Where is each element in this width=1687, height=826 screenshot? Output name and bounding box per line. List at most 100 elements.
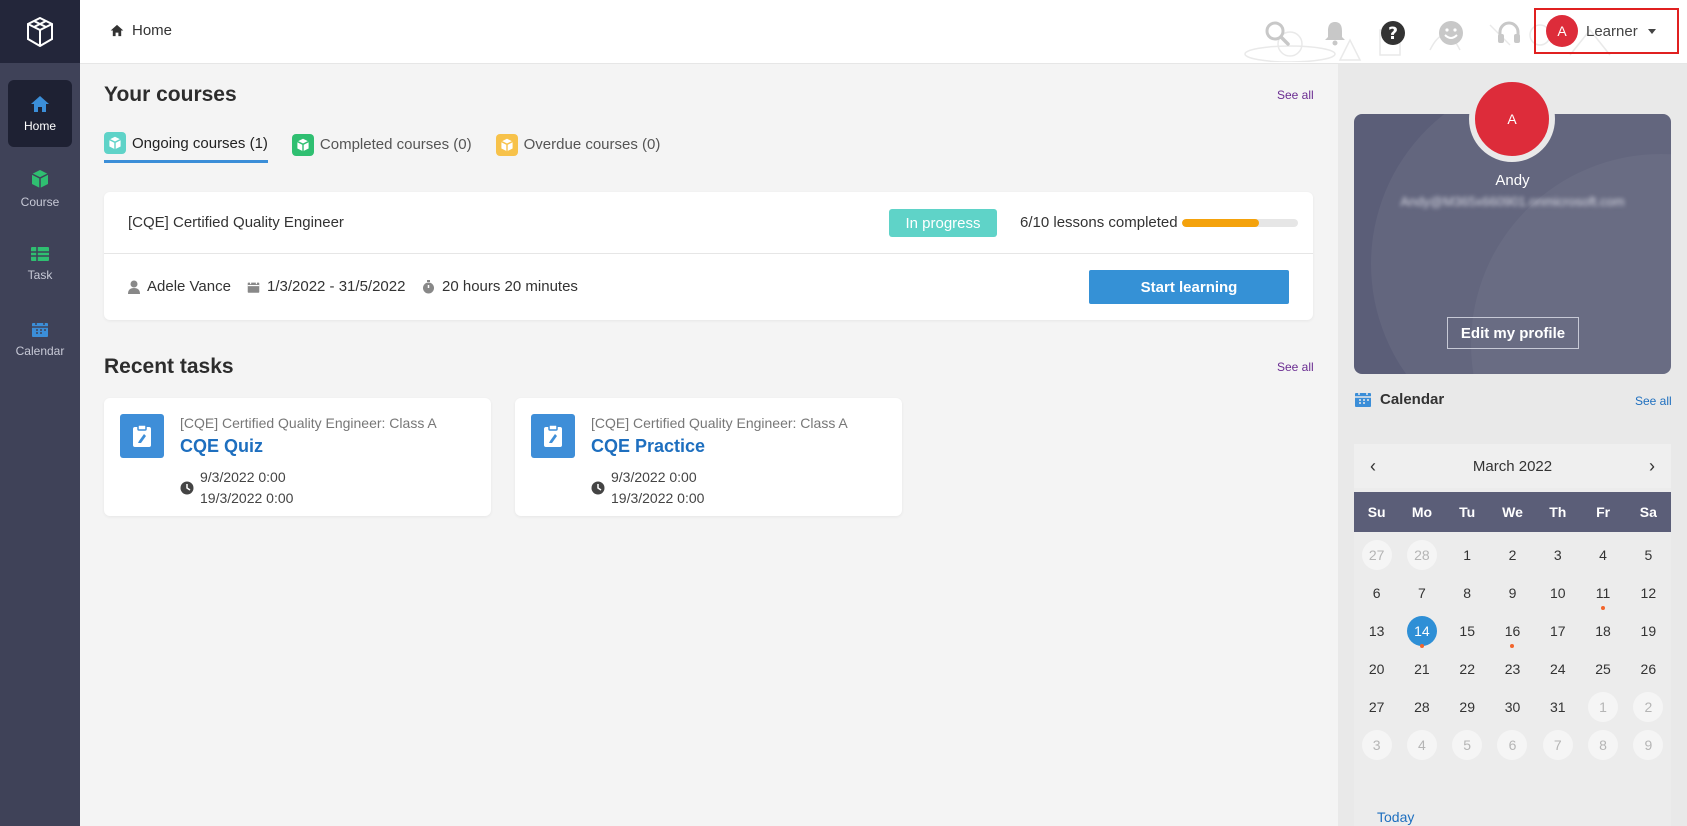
edit-profile-button[interactable]: Edit my profile: [1447, 317, 1579, 349]
calendar-month-bar: ‹ March 2022 ›: [1354, 444, 1671, 488]
tab-label: Completed courses (0): [319, 136, 472, 153]
profile-avatar: A: [1469, 76, 1555, 162]
calendar-icon: [247, 280, 260, 293]
tab-overdue[interactable]: Overdue courses (0): [495, 132, 660, 163]
calendar-day[interactable]: 26: [1633, 654, 1663, 684]
tasks-see-all-link[interactable]: See all: [1277, 360, 1314, 374]
calendar-day[interactable]: 17: [1543, 616, 1573, 646]
calendar-day[interactable]: 21: [1407, 654, 1437, 684]
calendar-day[interactable]: 24: [1543, 654, 1573, 684]
bell-icon: [1325, 22, 1345, 46]
weekday-label: Mo: [1411, 504, 1433, 520]
calendar-day[interactable]: 11: [1588, 578, 1618, 610]
weekday-label: Fr: [1596, 504, 1611, 520]
calendar-day[interactable]: 2: [1633, 692, 1664, 722]
start-learning-button[interactable]: Start learning: [1089, 270, 1289, 304]
weekday-label: Su: [1367, 504, 1386, 520]
calendar-day-grid: 27 28 1 2 3 4 5 6 7 8 9 10 11 12 13 14 15 16 17 18 19 20 21 22 2…: [1354, 540, 1671, 760]
calendar-day[interactable]: 2: [1497, 540, 1527, 570]
feedback-button[interactable]: [1434, 16, 1468, 50]
course-dates: 1/3/2022 - 31/5/2022: [247, 278, 405, 295]
calendar-day[interactable]: 30: [1497, 692, 1527, 722]
date-range: 1/3/2022 - 31/5/2022: [267, 278, 406, 295]
calendar-widget: ‹ March 2022 › Su Mo Tu We Th Fr Sa 27 28 1 2 3 4 5 6…: [1354, 444, 1671, 826]
breadcrumb[interactable]: Home: [110, 22, 172, 39]
task-title-link[interactable]: CQE Practice: [591, 436, 705, 457]
top-icons: ?: [1260, 16, 1526, 50]
calendar-day[interactable]: 1: [1588, 692, 1619, 722]
calendar-day[interactable]: 6: [1497, 730, 1528, 760]
search-button[interactable]: [1260, 16, 1294, 50]
course-name[interactable]: [CQE] Certified Quality Engineer: [128, 214, 344, 231]
weekday-label: We: [1502, 504, 1523, 520]
calendar-day[interactable]: 20: [1362, 654, 1392, 684]
app-logo[interactable]: [0, 0, 80, 63]
course-card-header: [CQE] Certified Quality Engineer In prog…: [104, 192, 1313, 254]
calendar-day[interactable]: 31: [1543, 692, 1573, 722]
notifications-button[interactable]: [1318, 16, 1352, 50]
calendar-day[interactable]: 12: [1633, 578, 1663, 608]
courses-see-all-link[interactable]: See all: [1277, 88, 1314, 102]
calendar-day[interactable]: 13: [1362, 616, 1392, 646]
calendar-day[interactable]: 28: [1407, 692, 1437, 722]
calendar-day[interactable]: 5: [1452, 730, 1483, 760]
calendar-day[interactable]: 19: [1633, 616, 1663, 646]
calendar-day[interactable]: 25: [1588, 654, 1618, 684]
user-menu[interactable]: A Learner: [1534, 8, 1679, 54]
calendar-day[interactable]: 5: [1633, 540, 1663, 570]
top-bar: Home ? A Learner: [80, 0, 1687, 64]
task-dates: 9/3/2022 0:00 19/3/2022 0:00: [591, 467, 704, 509]
calendar-day[interactable]: 15: [1452, 616, 1482, 646]
calendar-day[interactable]: 3: [1361, 730, 1392, 760]
calendar-day[interactable]: 22: [1452, 654, 1482, 684]
support-button[interactable]: [1492, 16, 1526, 50]
calendar-day[interactable]: 27: [1361, 540, 1392, 570]
task-icon: [31, 246, 49, 261]
tab-completed[interactable]: Completed courses (0): [291, 132, 472, 163]
calendar-day[interactable]: 3: [1543, 540, 1573, 570]
calendar-day[interactable]: 9: [1633, 730, 1664, 760]
calendar-day[interactable]: 1: [1452, 540, 1482, 570]
calendar-day[interactable]: 9: [1497, 578, 1527, 608]
help-button[interactable]: ?: [1376, 16, 1410, 50]
calendar-day[interactable]: 29: [1452, 692, 1482, 722]
calendar-see-all-link[interactable]: See all: [1635, 394, 1672, 408]
sidebar-item-home[interactable]: Home: [8, 80, 72, 147]
tab-ongoing[interactable]: Ongoing courses (1): [104, 132, 268, 163]
instructor-name: Adele Vance: [147, 278, 231, 295]
calendar-day[interactable]: 7: [1542, 730, 1573, 760]
calendar-day[interactable]: 4: [1588, 540, 1618, 570]
sidebar-item-course[interactable]: Course: [8, 155, 72, 222]
calendar-day-today[interactable]: 14: [1406, 616, 1437, 648]
task-start: 9/3/2022 0:00: [611, 469, 697, 485]
calendar-day[interactable]: 4: [1406, 730, 1437, 760]
calendar-day[interactable]: 6: [1362, 578, 1392, 608]
task-title-link[interactable]: CQE Quiz: [180, 436, 263, 457]
task-card[interactable]: [CQE] Certified Quality Engineer: Class …: [104, 398, 491, 516]
sidebar-item-task[interactable]: Task: [8, 230, 72, 297]
task-dates: 9/3/2022 0:00 19/3/2022 0:00: [180, 467, 293, 509]
chevron-right-icon[interactable]: ›: [1649, 456, 1655, 477]
user-icon: [128, 280, 140, 294]
calendar-day[interactable]: 16: [1497, 616, 1527, 648]
progress-bar: [1182, 219, 1298, 227]
calendar-day[interactable]: 10: [1543, 578, 1573, 608]
calendar-day[interactable]: 8: [1588, 730, 1619, 760]
course-card-footer: Adele Vance 1/3/2022 - 31/5/2022 20 hour…: [104, 254, 1313, 320]
sidebar-item-calendar[interactable]: Calendar: [8, 305, 72, 372]
task-end: 19/3/2022 0:00: [611, 490, 705, 506]
calendar-day[interactable]: 27: [1362, 692, 1392, 722]
calendar-day[interactable]: 8: [1452, 578, 1482, 608]
calendar-day[interactable]: 23: [1497, 654, 1527, 684]
calendar-month-label: March 2022: [1472, 457, 1553, 475]
chevron-left-icon[interactable]: ‹: [1370, 456, 1376, 477]
home-icon: [31, 95, 49, 112]
calendar-day[interactable]: 28: [1406, 540, 1437, 570]
weekday-label: Th: [1549, 504, 1567, 520]
today-link[interactable]: Today: [1377, 809, 1414, 825]
calendar-day[interactable]: 18: [1588, 616, 1618, 646]
sidebar-item-label: Course: [20, 194, 60, 209]
calendar-day[interactable]: 7: [1407, 578, 1437, 608]
sidebar-item-label: Task: [27, 267, 53, 282]
task-card[interactable]: [CQE] Certified Quality Engineer: Class …: [515, 398, 902, 516]
